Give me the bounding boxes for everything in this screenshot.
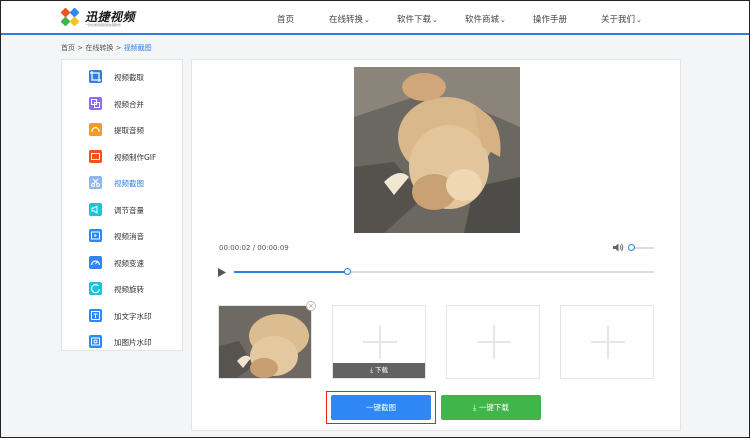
sidebar-item[interactable]: 加文字水印 (62, 303, 182, 329)
top-header: 迅捷视频 一款全能视频转换处理软件 首页 在线转换⌄ 软件下载⌄ 软件商城⌄ 操… (1, 1, 749, 35)
sidebar-item-label: 调节音量 (114, 205, 144, 215)
breadcrumb-parent[interactable]: 在线转换 (85, 44, 113, 52)
nav-software-download[interactable]: 软件下载⌄ (397, 13, 438, 25)
nav-online-convert[interactable]: 在线转换⌄ (329, 13, 370, 25)
remove-thumbnail-close-icon[interactable]: × (306, 301, 316, 311)
video-frame-image (354, 67, 520, 233)
volume-icon[interactable] (613, 243, 624, 254)
text-icon (89, 308, 102, 322)
nav-home[interactable]: 首页 (277, 13, 294, 25)
merge-icon (89, 96, 102, 110)
plus-icon-bar (363, 341, 397, 343)
download-icon: ⤓ (370, 366, 373, 374)
screenshot-thumbnail[interactable] (218, 305, 312, 379)
video-preview[interactable] (354, 67, 520, 233)
brand-tagline: 一款全能视频转换处理软件 (85, 23, 122, 27)
nav-software-download-label: 软件下载 (397, 15, 432, 25)
sidebar-item[interactable]: 视频截图 (62, 170, 182, 196)
play-icon (218, 268, 226, 277)
breadcrumb-separator: > (77, 44, 84, 52)
sidebar-item[interactable]: 调节音量 (62, 197, 182, 223)
breadcrumb-separator: > (115, 44, 122, 52)
headphone-icon (89, 123, 102, 136)
screenshot-slot[interactable] (560, 305, 654, 379)
sidebar-item-label: 视频截取 (114, 73, 144, 82)
volume-icon (89, 202, 102, 216)
screenshot-image (219, 306, 311, 378)
nav-home-label: 首页 (277, 15, 295, 25)
sidebar-item[interactable]: 视频截取 (62, 64, 182, 90)
breadcrumb: 首页 > 在线转换 > 视频截图 (61, 43, 152, 53)
sidebar-item[interactable]: 视频制作GIF (62, 144, 182, 170)
capture-screenshot-button[interactable]: 一键截图 (331, 395, 431, 420)
nav-manual[interactable]: 操作手册 (533, 13, 567, 25)
download-all-button[interactable]: ⤓ 一键下载 (441, 395, 541, 420)
rotate-icon (89, 282, 102, 295)
time-display: 00:00:02 / 00:00:09 (219, 244, 289, 252)
play-icon (89, 229, 102, 242)
slot-download-button[interactable]: ⤓ 下载 (333, 363, 425, 378)
sidebar-item[interactable]: 加图片水印 (62, 329, 182, 355)
speed-icon (89, 255, 102, 269)
breadcrumb-home[interactable]: 首页 (61, 44, 75, 52)
sidebar-item-label: 加文字水印 (114, 311, 152, 321)
screenshot-slot[interactable]: ⤓ 下载 (332, 305, 426, 379)
main-panel: 00:00:02 / 00:00:09 × ⤓ 下载 一键截图 ⤓ 一键下载 (191, 59, 681, 431)
nav-manual-label: 操作手册 (533, 15, 568, 25)
volume-slider-handle[interactable] (628, 244, 635, 251)
time-separator: / (252, 244, 256, 252)
sidebar-item-label: 视频合并 (114, 99, 144, 109)
image-icon (89, 335, 102, 348)
tool-sidebar: 视频截取视频合并提取音频视频制作GIF 视频截图调节音量视频消音视频变速视频旋转加… (61, 59, 183, 351)
chevron-down-icon: ⌄ (500, 16, 506, 24)
plus-icon-bar (591, 341, 625, 343)
sidebar-item-label: 视频消音 (114, 232, 144, 241)
download-icon: ⤓ (473, 403, 477, 412)
chevron-down-icon: ⌄ (364, 16, 370, 24)
sidebar-item[interactable]: 视频旋转 (62, 276, 182, 302)
scissors-icon (89, 176, 102, 189)
nav-software-store-label: 软件商城 (465, 15, 500, 25)
chevron-down-icon: ⌄ (432, 16, 438, 24)
sidebar-item-label: 视频截图 (114, 179, 144, 188)
breadcrumb-current: 视频截图 (123, 44, 152, 52)
sidebar-item[interactable]: 视频变速 (62, 250, 182, 276)
brand-logo-icon[interactable] (60, 7, 80, 27)
sidebar-item-label: 提取音频 (114, 126, 144, 135)
total-duration: 00:00:09 (257, 244, 289, 252)
screenshot-slot[interactable] (446, 305, 540, 379)
sidebar-item-label: 加图片水印 (114, 338, 152, 347)
sidebar-item[interactable]: 提取音频 (62, 117, 182, 143)
nav-software-store[interactable]: 软件商城⌄ (465, 13, 506, 25)
plus-icon-bar (477, 341, 511, 343)
progress-bar[interactable] (234, 268, 654, 275)
slot-download-label: 下载 (374, 366, 388, 374)
progress-handle[interactable] (344, 268, 352, 275)
sidebar-item-label: 视频制作GIF (114, 152, 157, 162)
sidebar-item[interactable]: 视频合并 (62, 91, 182, 117)
play-button[interactable] (218, 268, 226, 279)
sidebar-item-label: 视频变速 (114, 258, 144, 268)
crop-icon (89, 70, 102, 83)
chevron-down-icon: ⌄ (636, 16, 642, 24)
gif-icon (89, 149, 102, 163)
sidebar-item[interactable]: 视频消音 (62, 223, 182, 249)
sidebar-item-label: 视频旋转 (114, 285, 144, 294)
download-all-label: 一键下载 (478, 403, 509, 412)
nav-about[interactable]: 关于我们⌄ (601, 13, 642, 25)
nav-about-label: 关于我们 (601, 15, 636, 25)
nav-online-convert-label: 在线转换 (329, 15, 364, 25)
current-time: 00:00:02 (219, 244, 251, 252)
progress-fill (234, 271, 348, 273)
